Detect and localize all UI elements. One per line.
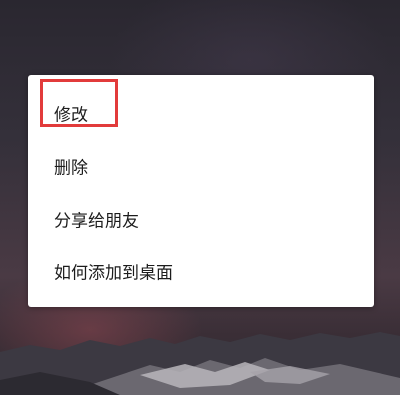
menu-item-add-to-desktop-help[interactable]: 如何添加到桌面 [28,251,374,291]
menu-item-share-to-friends[interactable]: 分享给朋友 [28,199,374,239]
menu-item-delete[interactable]: 删除 [28,146,374,186]
menu-item-label: 删除 [54,158,88,179]
menu-item-label: 修改 [54,105,88,126]
menu-item-label: 如何添加到桌面 [54,263,173,284]
menu-item-label: 分享给朋友 [54,211,139,232]
menu-item-edit[interactable]: 修改 [28,93,374,133]
context-menu: 修改 删除 分享给朋友 如何添加到桌面 [28,75,374,307]
